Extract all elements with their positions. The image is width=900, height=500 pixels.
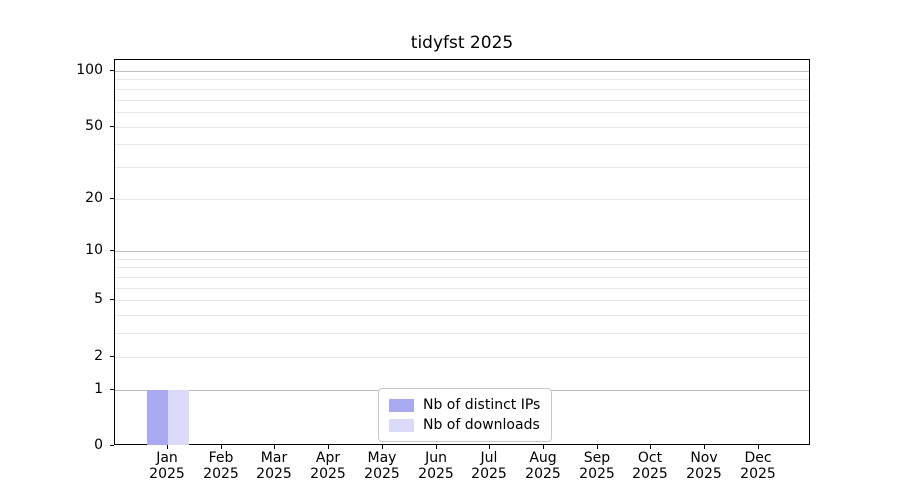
bar-distinct-ips bbox=[147, 389, 168, 445]
y-axis-tick-mark bbox=[110, 198, 114, 199]
x-axis-tick-mark bbox=[758, 445, 759, 449]
x-axis-tick-mark bbox=[274, 445, 275, 449]
y-axis-tick-label: 20 bbox=[85, 190, 103, 206]
x-axis-tick-mark bbox=[704, 445, 705, 449]
legend-swatch-downloads bbox=[389, 418, 414, 432]
legend-label: Nb of distinct IPs bbox=[423, 397, 541, 413]
x-tick-year: 2025 bbox=[740, 465, 776, 482]
y-axis-tick-mark bbox=[110, 70, 114, 71]
chart-figure: tidyfst 2025 0 1 2 5 10 20 50 100 Jan 2025 Feb 202… bbox=[0, 0, 900, 500]
bar-downloads bbox=[168, 389, 189, 445]
y-axis-tick-mark bbox=[110, 126, 114, 127]
legend-label: Nb of downloads bbox=[423, 417, 540, 433]
x-axis-tick-mark bbox=[650, 445, 651, 449]
x-axis-tick-mark bbox=[328, 445, 329, 449]
x-axis-tick-mark bbox=[543, 445, 544, 449]
y-axis-tick-label: 50 bbox=[85, 118, 103, 134]
x-axis-tick-mark bbox=[382, 445, 383, 449]
x-axis-tick-mark bbox=[597, 445, 598, 449]
legend-item: Nb of distinct IPs bbox=[389, 397, 540, 413]
legend-item: Nb of downloads bbox=[389, 417, 540, 433]
legend-swatch-distinct-ips bbox=[389, 398, 414, 412]
y-axis-tick-mark bbox=[110, 356, 114, 357]
legend: Nb of distinct IPs Nb of downloads bbox=[378, 388, 553, 442]
x-axis-tick-mark bbox=[221, 445, 222, 449]
x-axis-tick-mark bbox=[167, 445, 168, 449]
y-axis-tick-mark bbox=[110, 445, 114, 446]
y-axis-tick-mark bbox=[110, 389, 114, 390]
y-axis-tick-label: 1 bbox=[94, 381, 103, 397]
y-axis-tick-mark bbox=[110, 250, 114, 251]
y-axis-tick-label: 10 bbox=[85, 242, 103, 258]
y-axis-tick-label: 100 bbox=[76, 62, 103, 78]
x-axis-tick-mark bbox=[489, 445, 490, 449]
x-axis-tick-label: Dec 2025 bbox=[716, 450, 800, 482]
y-axis-tick-mark bbox=[110, 299, 114, 300]
y-axis-tick-label: 2 bbox=[94, 348, 103, 364]
chart-title: tidyfst 2025 bbox=[410, 33, 514, 53]
bars-layer bbox=[115, 60, 809, 445]
x-tick-month: Dec bbox=[744, 450, 772, 466]
x-axis-tick-mark bbox=[436, 445, 437, 449]
y-axis-tick-label: 0 bbox=[94, 437, 103, 453]
y-axis-tick-label: 5 bbox=[94, 291, 103, 307]
